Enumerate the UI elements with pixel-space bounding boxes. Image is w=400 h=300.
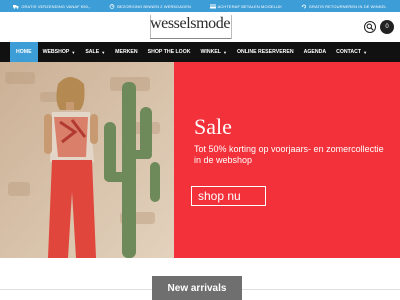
chevron-down-icon: ▼ <box>363 49 368 55</box>
model-photo <box>0 62 174 258</box>
sale-description: Tot 50% korting op voorjaars- en zomerco… <box>194 144 384 165</box>
card-icon <box>209 4 216 8</box>
nav-home[interactable]: Home <box>10 42 38 62</box>
promo-bar: Gratis verzending vanaf €50,- Bezorging … <box>0 0 400 12</box>
promo-item-delivery: Bezorging binnen 2 werkdagen <box>109 4 191 9</box>
logo[interactable]: wesselsmode <box>150 15 230 37</box>
cart-button[interactable]: 0 <box>380 20 394 34</box>
chevron-down-icon: ▼ <box>71 49 76 55</box>
nav-webshop[interactable]: Webshop ▼ <box>38 42 81 62</box>
search-button[interactable] <box>364 21 376 33</box>
promo-text: Bezorging binnen 2 werkdagen <box>117 3 191 9</box>
cart-count: 0 <box>385 24 389 30</box>
main-nav: Home Webshop ▼ Sale ▼ Merken Shop the look… <box>0 42 400 62</box>
nav-contact[interactable]: Contact ▼ <box>331 42 372 62</box>
promo-item-shipping: Gratis verzending vanaf €50,- <box>13 4 90 9</box>
nav-online-reserveren[interactable]: Online reserveren <box>232 42 299 62</box>
content-section: New arrivals <box>0 258 400 300</box>
return-icon <box>301 4 306 8</box>
promo-item-returns: Gratis retourneren in de winkel <box>301 4 387 9</box>
promo-text: Achteraf betalen mogelijk <box>217 3 283 9</box>
promo-item-payment: Achteraf betalen mogelijk <box>209 3 283 9</box>
header: wesselsmode 0 <box>0 12 400 42</box>
new-arrivals-heading: New arrivals <box>152 276 242 300</box>
search-icon <box>366 23 374 31</box>
nav-winkel[interactable]: Winkel ▼ <box>196 42 232 62</box>
chevron-down-icon: ▼ <box>222 49 227 55</box>
logo-divider <box>231 15 232 39</box>
shop-now-button[interactable]: shop nu <box>191 186 266 206</box>
sale-title: Sale <box>194 114 232 139</box>
nav-shop-the-look[interactable]: Shop the look <box>143 42 196 62</box>
clock-icon <box>109 3 115 9</box>
nav-merken[interactable]: Merken <box>110 42 142 62</box>
chevron-down-icon: ▼ <box>101 49 106 55</box>
promo-text: Gratis retourneren in de winkel <box>308 3 387 9</box>
promo-text: Gratis verzending vanaf €50,- <box>21 3 91 9</box>
hero-image[interactable] <box>0 62 174 258</box>
nav-agenda[interactable]: Agenda <box>299 42 331 62</box>
truck-icon <box>13 4 19 9</box>
logo-underline <box>150 38 232 39</box>
hero-banner: Sale Tot 50% korting op voorjaars- en zo… <box>0 62 400 258</box>
nav-sale[interactable]: Sale ▼ <box>80 42 110 62</box>
